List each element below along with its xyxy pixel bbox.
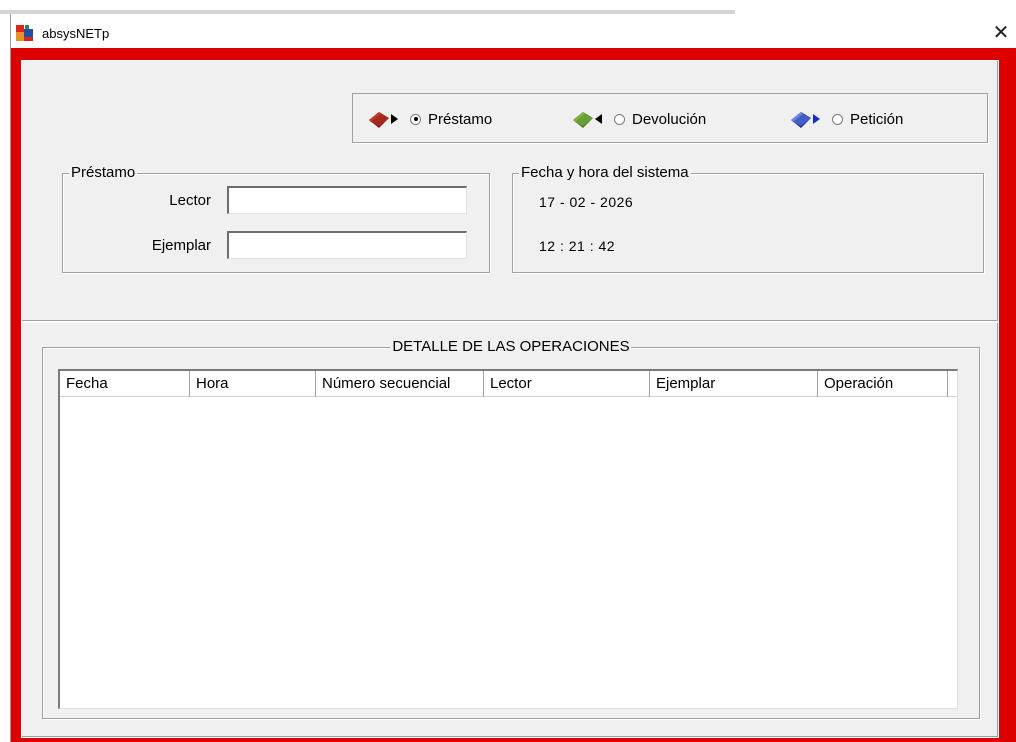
ejemplar-label: Ejemplar: [151, 237, 211, 254]
top-strip: [0, 0, 1016, 14]
lector-label: Lector: [169, 192, 211, 209]
radio-devolucion[interactable]: Devolución: [571, 108, 706, 130]
close-button[interactable]: ✕: [986, 20, 1016, 46]
operations-list[interactable]: Fecha Hora Número secuencial Lector Ejem…: [58, 369, 958, 709]
absysnet-app-icon: [16, 25, 34, 41]
radio-peticion-circle[interactable]: [832, 113, 843, 125]
bottom-panel: DETALLE DE LAS OPERACIONES Fecha Hora Nú…: [21, 322, 999, 738]
system-datetime-title: Fecha y hora del sistema: [519, 164, 691, 182]
column-header-hora[interactable]: Hora: [190, 371, 316, 397]
column-header-lector[interactable]: Lector: [484, 371, 650, 397]
book-blue-arrow-icon: [791, 112, 820, 128]
radio-prestamo[interactable]: Préstamo: [367, 108, 492, 130]
prestamo-group: Préstamo Lector Ejemplar: [62, 164, 490, 273]
title-bar[interactable]: absysNETp ✕: [11, 14, 1016, 48]
app-window: absysNETp ✕ Préstamo Devolución Petición…: [10, 14, 1016, 742]
radio-devolucion-circle[interactable]: [614, 113, 625, 125]
system-datetime-group: Fecha y hora del sistema 17 - 02 - 2026 …: [512, 164, 984, 273]
prestamo-group-title: Préstamo: [69, 164, 138, 182]
column-header-ejemplar[interactable]: Ejemplar: [650, 371, 818, 397]
system-date: 17 - 02 - 2026: [539, 194, 634, 210]
operations-list-header: Fecha Hora Número secuencial Lector Ejem…: [60, 371, 957, 397]
system-time: 12 : 21 : 42: [539, 238, 616, 254]
book-red-arrow-icon: [369, 112, 398, 128]
radio-peticion[interactable]: Petición: [789, 108, 903, 130]
radio-prestamo-label: Préstamo: [428, 110, 493, 128]
operations-detail-title: DETALLE DE LAS OPERACIONES: [390, 338, 632, 356]
column-header-fecha[interactable]: Fecha: [60, 371, 190, 397]
radio-prestamo-circle[interactable]: [410, 113, 421, 125]
red-frame: Préstamo Devolución Petición Préstamo Le…: [11, 48, 1016, 742]
mode-selector: Préstamo Devolución Petición: [352, 93, 988, 143]
lector-input[interactable]: [227, 186, 467, 214]
column-header-operacion[interactable]: Operación: [818, 371, 948, 397]
top-panel: Préstamo Devolución Petición Préstamo Le…: [21, 60, 999, 322]
column-header-numero-secuencial[interactable]: Número secuencial: [316, 371, 484, 397]
book-green-arrow-icon: [573, 112, 602, 128]
ejemplar-input[interactable]: [227, 231, 467, 259]
window-title: absysNETp: [42, 26, 110, 41]
radio-devolucion-label: Devolución: [632, 110, 707, 128]
radio-peticion-label: Petición: [850, 110, 904, 128]
